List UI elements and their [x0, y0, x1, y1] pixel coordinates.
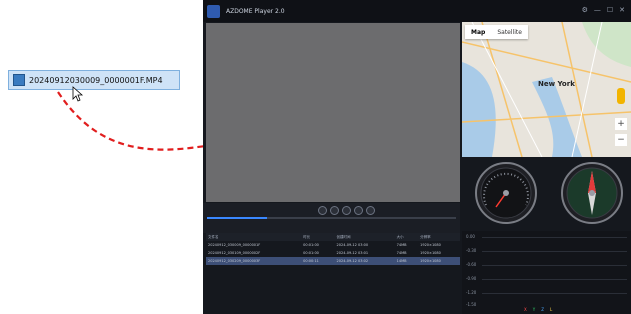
map-tab-map[interactable]: Map: [465, 29, 491, 36]
table-cell: 2024-09-12 03:01: [336, 251, 369, 255]
chart-ytick: -1.20: [466, 290, 477, 295]
file-list-table: 文件名 时长 创建时间 大小 分辨率 20240912_030009_00000…: [206, 233, 460, 314]
table-cell: 2024-09-12 03:02: [334, 257, 395, 265]
forward-button[interactable]: [354, 206, 363, 215]
chart-gridline: [482, 293, 627, 294]
next-button[interactable]: [366, 206, 375, 215]
timeline-slider[interactable]: [207, 217, 456, 219]
map-city-label: New York: [538, 80, 575, 88]
chart-ytick: 0.00: [466, 234, 475, 239]
table-cell: 00:01:00: [303, 243, 319, 247]
street-view-pegman-icon[interactable]: [617, 88, 625, 104]
maximize-icon[interactable]: ☐: [607, 6, 613, 14]
table-row[interactable]: 20240912_030109_0000002F 00:01:00 2024-0…: [206, 249, 460, 257]
settings-icon[interactable]: ⚙: [582, 6, 588, 14]
play-button[interactable]: [342, 206, 351, 215]
chart-ytick: -0.90: [466, 276, 477, 281]
gauge-panel: [462, 158, 631, 230]
chart-gridline: [482, 251, 627, 252]
player-window: AZDOME Player 2.0 ⚙ — ☐ ✕ Map Satellite …: [203, 0, 631, 314]
table-cell: 20240912_030109_0000002F: [208, 251, 261, 255]
map-type-tabs: Map Satellite: [465, 25, 528, 39]
map-panel[interactable]: Map Satellite New York + −: [462, 22, 631, 157]
legend-l: L: [549, 307, 553, 312]
chart-legend: X Y Z L: [524, 307, 552, 312]
map-tab-satellite[interactable]: Satellite: [491, 29, 528, 36]
column-header[interactable]: 时长: [301, 233, 335, 241]
table-cell: 1920×1080: [418, 257, 460, 265]
column-header[interactable]: 分辨率: [418, 233, 460, 241]
video-viewport[interactable]: [206, 23, 460, 202]
table-cell: 2024-09-12 03:00: [336, 243, 369, 247]
app-logo-icon: [207, 4, 220, 18]
table-cell: 74MB: [396, 251, 407, 255]
rewind-button[interactable]: [330, 206, 339, 215]
dragged-file-name: 20240912030009_0000001F.MP4: [29, 75, 163, 85]
map-canvas: [462, 22, 631, 157]
map-zoom-out-button[interactable]: −: [615, 134, 627, 146]
chart-gridline: [482, 265, 627, 266]
chart-ytick: -1.50: [466, 302, 477, 307]
compass-gauge: [561, 162, 623, 224]
playback-control-bar: [203, 203, 460, 233]
map-zoom-in-button[interactable]: +: [615, 118, 627, 130]
mouse-cursor-icon: [72, 86, 84, 102]
timeline-progress: [207, 217, 267, 219]
table-cell: 00:01:00: [303, 251, 319, 255]
legend-x: X: [524, 307, 527, 312]
table-cell: 20240912_030209_0000003F: [206, 257, 302, 265]
column-header[interactable]: 大小: [394, 233, 419, 241]
video-file-icon: [13, 74, 25, 86]
table-cell: 00:00:11: [301, 257, 335, 265]
chart-ytick: -0.60: [466, 262, 477, 267]
minimize-icon[interactable]: —: [594, 6, 601, 14]
chart-ytick: -0.30: [466, 248, 477, 253]
table-cell: 1920×1080: [420, 251, 441, 255]
table-cell: 74MB: [396, 243, 407, 247]
previous-button[interactable]: [318, 206, 327, 215]
column-header[interactable]: 创建时间: [334, 233, 395, 241]
chart-gridline: [482, 237, 627, 238]
title-bar: AZDOME Player 2.0 ⚙ — ☐ ✕: [203, 0, 631, 22]
playback-buttons: [318, 206, 375, 215]
table-cell: 20240912_030009_0000001F: [208, 243, 261, 247]
gsensor-chart: 0.00 -0.30 -0.60 -0.90 -1.20 -1.50 X Y Z…: [462, 231, 631, 314]
table-cell: 14MB: [394, 257, 419, 265]
table-row[interactable]: 20240912_030009_0000001F 00:01:00 2024-0…: [206, 241, 460, 249]
speedometer-gauge: [475, 162, 537, 224]
dragged-file-chip[interactable]: 20240912030009_0000001F.MP4: [8, 70, 180, 90]
app-title: AZDOME Player 2.0: [226, 7, 285, 15]
table-header-row: 文件名 时长 创建时间 大小 分辨率: [206, 233, 460, 241]
table-row-selected[interactable]: 20240912_030209_0000003F 00:00:11 2024-0…: [206, 257, 460, 265]
legend-y: Y: [532, 307, 536, 312]
legend-z: Z: [541, 307, 544, 312]
table-cell: 1920×1080: [420, 243, 441, 247]
window-controls: ⚙ — ☐ ✕: [582, 6, 625, 14]
chart-gridline: [482, 279, 627, 280]
close-icon[interactable]: ✕: [619, 6, 625, 14]
column-header[interactable]: 文件名: [206, 233, 302, 241]
